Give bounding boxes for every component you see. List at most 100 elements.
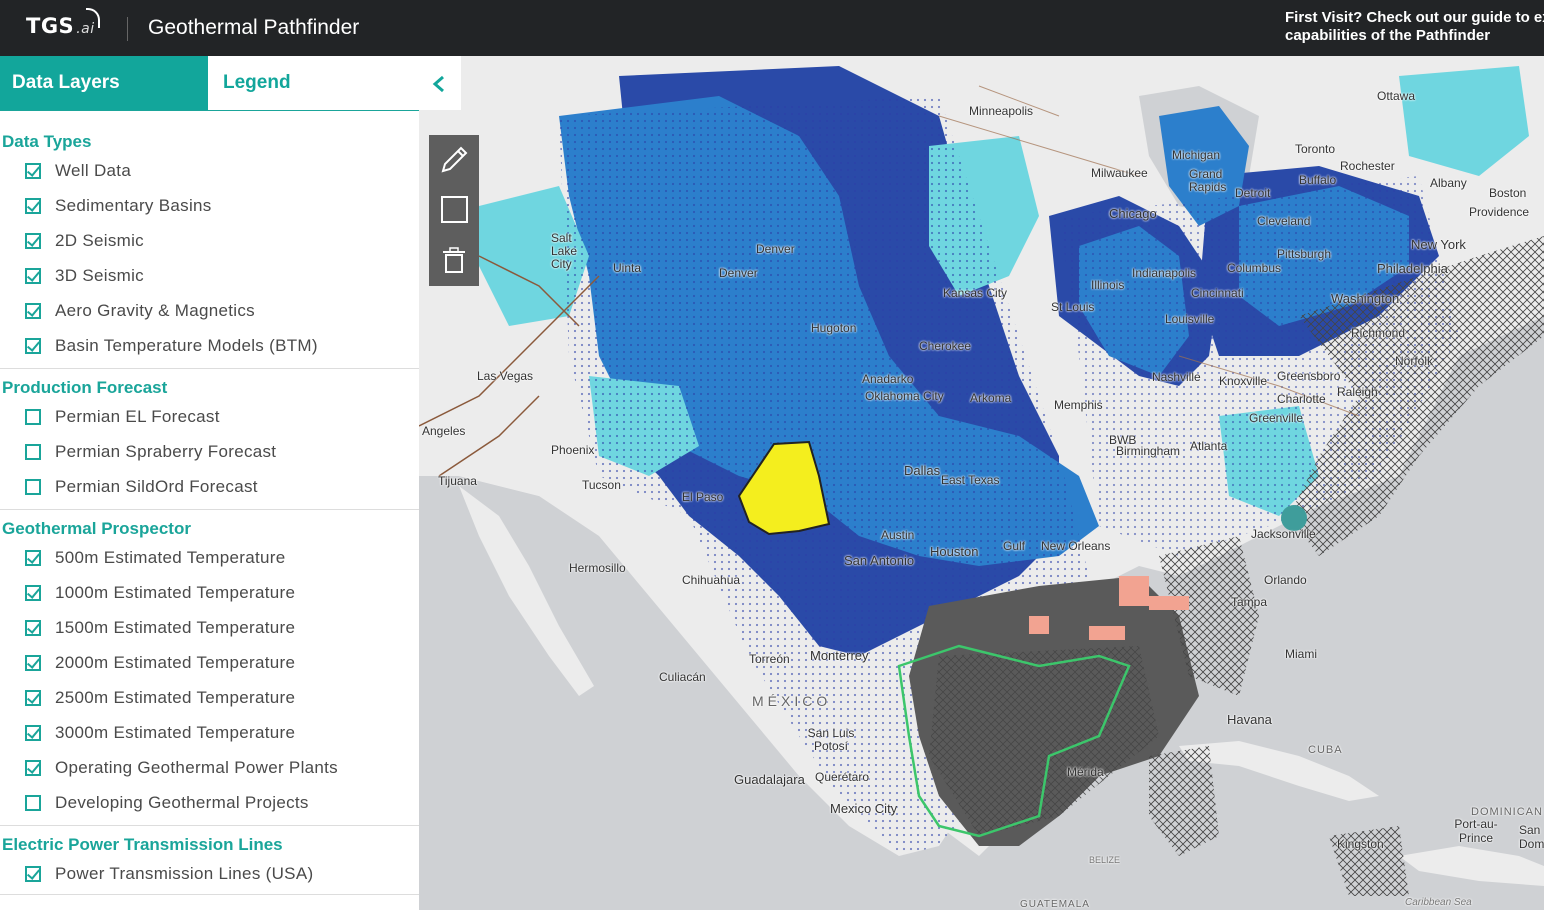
map-view[interactable]: Minneapolis Ottawa Toronto Michigan Milw…	[419, 56, 1544, 910]
delete-drawing-button[interactable]	[429, 235, 479, 285]
map-label: Indianapolis	[1132, 266, 1197, 280]
map-label: Memphis	[1054, 398, 1103, 412]
map-label: Las Vegas	[477, 369, 534, 383]
map-label: Denver	[756, 242, 795, 256]
layer-label: 2000m Estimated Temperature	[55, 653, 296, 672]
collapse-sidebar-button[interactable]	[419, 56, 461, 110]
layer-label: Power Transmission Lines (USA)	[55, 864, 314, 883]
chevron-left-icon	[432, 75, 444, 93]
tab-data-layers[interactable]: Data Layers	[0, 56, 208, 110]
lease-block	[1119, 576, 1149, 606]
map-label: Louisville	[1165, 312, 1215, 326]
map-label: Raleigh	[1337, 385, 1378, 399]
checkbox-checked-icon[interactable]	[25, 303, 41, 319]
map-label: Nashville	[1152, 370, 1201, 384]
checkbox-checked-icon[interactable]	[25, 760, 41, 776]
map-label: Richmond	[1351, 326, 1406, 340]
map-label: Orlando	[1264, 573, 1307, 587]
map-label: Washington	[1331, 291, 1400, 306]
map-label: San Domi	[1519, 823, 1544, 851]
map-label: Knoxville	[1219, 374, 1268, 388]
app-title: Geothermal Pathfinder	[148, 16, 360, 39]
map-label: Rochester	[1340, 159, 1395, 173]
checkbox-checked-icon[interactable]	[25, 690, 41, 706]
map-label: Greensboro	[1277, 369, 1341, 383]
section-title: Electric Power Transmission Lines	[2, 835, 283, 854]
draw-pencil-button[interactable]	[429, 135, 479, 185]
checkbox-checked-icon[interactable]	[25, 620, 41, 636]
checkbox-checked-icon[interactable]	[25, 655, 41, 671]
map-label: Ottawa	[1377, 89, 1416, 103]
map-label: El Paso	[682, 490, 724, 504]
map-label: Austin	[881, 528, 915, 542]
map-label: Gulf	[1003, 539, 1026, 553]
map-label: Tampa	[1231, 595, 1268, 609]
section-title: Production Forecast	[2, 378, 168, 397]
map-label: Boston	[1489, 186, 1527, 200]
map-label: Mexico City	[830, 801, 898, 816]
map-label: Cleveland	[1257, 214, 1311, 228]
checkbox-checked-icon[interactable]	[25, 866, 41, 882]
map-label: Guadalajara	[734, 772, 805, 787]
tab-legend[interactable]: Legend	[208, 56, 419, 110]
logo-text: TGS	[26, 14, 75, 38]
map-label: Torreón	[749, 652, 790, 666]
header-divider	[127, 17, 128, 41]
map-label: Arkoma	[970, 391, 1012, 405]
map-label: Dallas	[904, 463, 941, 478]
square-icon	[441, 196, 468, 223]
map-label: Pittsburgh	[1277, 247, 1332, 261]
map-label: Phoenix	[551, 443, 595, 457]
section-title: Geothermal Prospector	[2, 519, 191, 538]
section-divider	[0, 368, 419, 369]
map-label: CUBA	[1308, 744, 1343, 756]
map-label: Hugoton	[811, 321, 857, 335]
checkbox-checked-icon[interactable]	[25, 233, 41, 249]
checkbox-checked-icon[interactable]	[25, 268, 41, 284]
trash-icon	[443, 247, 465, 273]
checkbox-checked-icon[interactable]	[25, 550, 41, 566]
map-label: Chicago	[1109, 206, 1157, 221]
map-label: Querétaro	[815, 770, 870, 784]
checkbox-unchecked-icon[interactable]	[25, 444, 41, 460]
map-label: Toronto	[1295, 142, 1336, 156]
map-label: Mérida	[1067, 765, 1104, 779]
checkbox-checked-icon[interactable]	[25, 338, 41, 354]
notice-line-2: capabilities of the Pathfinder	[1285, 27, 1491, 44]
map-label: Minneapolis	[969, 104, 1034, 118]
map-label: San Antonio	[844, 553, 915, 568]
map-label: GUATEMALA	[1020, 899, 1090, 910]
lease-block	[1029, 616, 1049, 634]
map-label: Angeles	[422, 424, 466, 438]
first-visit-notice[interactable]: First Visit? Check out our guide to ex c…	[1285, 9, 1544, 45]
map-label: Anadarko	[862, 372, 914, 386]
map-label: Michigan	[1172, 148, 1221, 162]
checkbox-checked-icon[interactable]	[25, 163, 41, 179]
checkbox-checked-icon[interactable]	[25, 198, 41, 214]
map-label: Jacksonville	[1251, 527, 1316, 541]
map-label: Albany	[1430, 176, 1467, 190]
layer-label: 1000m Estimated Temperature	[55, 583, 296, 602]
map-label: Birmingham	[1116, 444, 1181, 458]
pencil-icon	[441, 146, 468, 173]
map-label: Salt Lake City	[551, 231, 578, 271]
layer-label: 3000m Estimated Temperature	[55, 723, 296, 742]
checkbox-unchecked-icon[interactable]	[25, 409, 41, 425]
layer-label: Permian Spraberry Forecast	[55, 442, 277, 461]
section-divider	[0, 509, 419, 510]
checkbox-unchecked-icon[interactable]	[25, 479, 41, 495]
checkbox-checked-icon[interactable]	[25, 725, 41, 741]
layer-label: Permian SildOrd Forecast	[55, 477, 258, 496]
map-label: New York	[1411, 237, 1466, 252]
map-label: Illinois	[1091, 278, 1125, 292]
map-label: Caribbean Sea	[1405, 897, 1472, 908]
map-label: Grand Rapids	[1189, 167, 1227, 194]
tgs-logo[interactable]: TGS .ai	[26, 8, 100, 38]
map-label: Kingston	[1337, 837, 1384, 851]
checkbox-checked-icon[interactable]	[25, 585, 41, 601]
map-label: Tucson	[582, 478, 621, 492]
map-label: Philadelphia	[1377, 261, 1448, 276]
checkbox-unchecked-icon[interactable]	[25, 795, 41, 811]
draw-rectangle-button[interactable]	[429, 185, 479, 235]
draw-toolbar	[429, 135, 479, 286]
